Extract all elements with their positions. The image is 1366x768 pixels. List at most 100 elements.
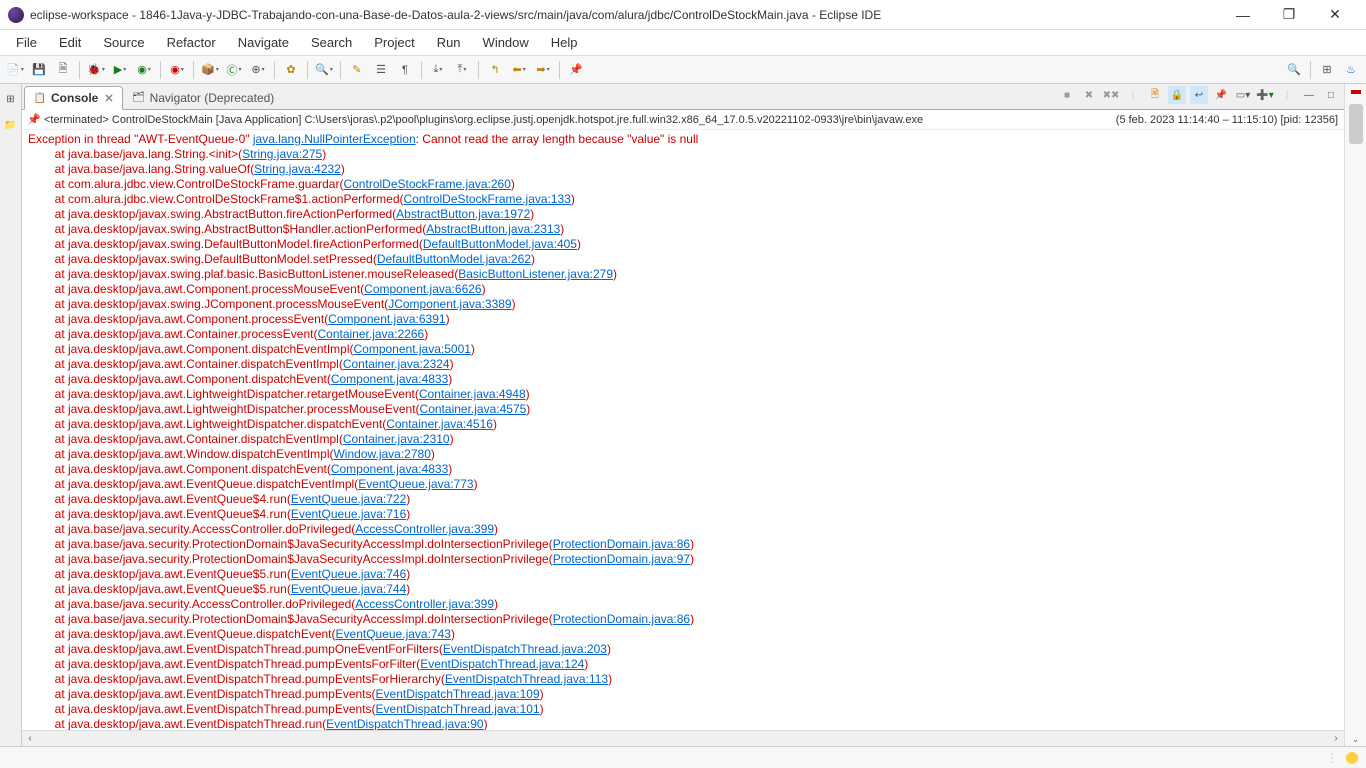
stack-link[interactable]: ControlDeStockFrame.java:260	[343, 177, 510, 191]
display-console-icon[interactable]: ▭▾	[1234, 86, 1252, 104]
new-package-button[interactable]: 📦▾	[199, 59, 221, 81]
stack-link[interactable]: EventDispatchThread.java:101	[376, 702, 540, 716]
stack-link[interactable]: Component.java:6626	[364, 282, 481, 296]
restore-left-icon[interactable]: ⊞	[0, 88, 22, 110]
clear-console-icon[interactable]: 🗎	[1146, 86, 1164, 104]
window-maximize[interactable]: ❐	[1266, 0, 1312, 30]
open-perspective-button[interactable]: ⊞	[1316, 59, 1338, 81]
menu-run[interactable]: Run	[427, 32, 471, 53]
stack-link[interactable]: String.java:4232	[254, 162, 341, 176]
run-last-button[interactable]: ◉▾	[166, 59, 188, 81]
search-button[interactable]: 🔍▾	[313, 59, 335, 81]
stack-link[interactable]: EventDispatchThread.java:113	[445, 672, 608, 686]
stack-link[interactable]: EventDispatchThread.java:90	[326, 717, 483, 730]
save-button[interactable]: 💾	[28, 59, 50, 81]
stack-link[interactable]: EventQueue.java:716	[291, 507, 406, 521]
open-console-icon[interactable]: ➕▾	[1256, 86, 1274, 104]
menu-navigate[interactable]: Navigate	[228, 32, 299, 53]
stack-link[interactable]: DefaultButtonModel.java:262	[377, 252, 531, 266]
stack-link[interactable]: EventDispatchThread.java:203	[443, 642, 607, 656]
menu-window[interactable]: Window	[473, 32, 539, 53]
remove-launch-icon[interactable]: ✖	[1080, 86, 1098, 104]
window-minimize[interactable]: —	[1220, 0, 1266, 30]
exception-link[interactable]: java.lang.NullPointerException	[253, 132, 416, 146]
window-close[interactable]: ✕	[1312, 0, 1358, 30]
stack-link[interactable]: AccessController.java:399	[355, 522, 494, 536]
last-edit-button[interactable]: ↰	[484, 59, 506, 81]
stack-link[interactable]: ControlDeStockFrame.java:133	[404, 192, 571, 206]
package-explorer-icon[interactable]: 📁	[0, 114, 22, 136]
new-class-button[interactable]: Ⓒ▾	[223, 59, 245, 81]
tip-icon[interactable]	[1346, 752, 1358, 764]
stack-link[interactable]: DefaultButtonModel.java:405	[423, 237, 577, 251]
toggle-block-button[interactable]: ☰	[370, 59, 392, 81]
debug-button[interactable]: 🐞▾	[85, 59, 107, 81]
new-button[interactable]: 📄▾	[4, 59, 26, 81]
stack-link[interactable]: EventQueue.java:743	[336, 627, 451, 641]
maximize-view-icon[interactable]: □	[1322, 86, 1340, 104]
stack-link[interactable]: ProtectionDomain.java:86	[553, 537, 690, 551]
stack-link[interactable]: Component.java:5001	[354, 342, 471, 356]
menu-help[interactable]: Help	[541, 32, 588, 53]
stack-link[interactable]: EventDispatchThread.java:109	[376, 687, 540, 701]
scroll-down-icon[interactable]: ⌄	[1352, 735, 1359, 744]
stack-link[interactable]: Container.java:4948	[419, 387, 526, 401]
stack-link[interactable]: JComponent.java:3389	[388, 297, 511, 311]
coverage-button[interactable]: ◉▾	[133, 59, 155, 81]
prev-annotation-button[interactable]: ⤒▾	[451, 59, 473, 81]
menu-source[interactable]: Source	[93, 32, 154, 53]
stack-link[interactable]: BasicButtonListener.java:279	[458, 267, 613, 281]
menu-search[interactable]: Search	[301, 32, 362, 53]
open-type-button[interactable]: ✿	[280, 59, 302, 81]
menu-refactor[interactable]: Refactor	[157, 32, 226, 53]
stack-link[interactable]: Container.java:2310	[343, 432, 450, 446]
stack-link[interactable]: Container.java:4516	[386, 417, 493, 431]
stack-link[interactable]: Container.java:2324	[343, 357, 450, 371]
back-button[interactable]: ⬅▾	[508, 59, 530, 81]
stack-link[interactable]: ProtectionDomain.java:97	[553, 552, 690, 566]
stack-link[interactable]: AbstractButton.java:1972	[396, 207, 530, 221]
stack-link[interactable]: EventQueue.java:773	[358, 477, 473, 491]
stack-link[interactable]: Component.java:4833	[331, 372, 448, 386]
stack-link[interactable]: Window.java:2780	[333, 447, 430, 461]
menu-edit[interactable]: Edit	[49, 32, 91, 53]
stack-link[interactable]: EventQueue.java:722	[291, 492, 406, 506]
scroll-left-icon[interactable]: ‹	[22, 733, 38, 744]
tab-console[interactable]: 📋 Console ✕	[24, 86, 123, 110]
menu-file[interactable]: File	[6, 32, 47, 53]
scroll-lock-icon[interactable]: 🔒	[1168, 86, 1186, 104]
stack-link[interactable]: AbstractButton.java:2313	[426, 222, 560, 236]
run-button[interactable]: ▶▾	[109, 59, 131, 81]
show-whitespace-button[interactable]: ¶	[394, 59, 416, 81]
scrollbar-thumb[interactable]	[1349, 104, 1363, 144]
save-all-button[interactable]: 🗎	[52, 59, 74, 81]
forward-button[interactable]: ➡▾	[532, 59, 554, 81]
pin-console-icon[interactable]: 📌	[1212, 86, 1230, 104]
new-type-button[interactable]: ⊕▾	[247, 59, 269, 81]
stack-link[interactable]: AccessController.java:399	[355, 597, 494, 611]
menu-project[interactable]: Project	[364, 32, 424, 53]
scroll-right-icon[interactable]: ›	[1328, 733, 1344, 744]
remove-all-icon[interactable]: ✖✖	[1102, 86, 1120, 104]
stack-link[interactable]: EventQueue.java:744	[291, 582, 406, 596]
minimize-view-icon[interactable]: —	[1300, 86, 1318, 104]
stack-link[interactable]: Container.java:2266	[317, 327, 424, 341]
console-output[interactable]: Exception in thread "AWT-EventQueue-0" j…	[22, 130, 1344, 730]
stack-link[interactable]: ProtectionDomain.java:86	[553, 612, 690, 626]
tab-navigator[interactable]: 🗂 Navigator (Deprecated)	[123, 85, 284, 109]
stack-link[interactable]: Component.java:4833	[331, 462, 448, 476]
stack-link[interactable]: EventDispatchThread.java:124	[420, 657, 584, 671]
java-perspective-button[interactable]: ♨	[1340, 59, 1362, 81]
word-wrap-icon[interactable]: ↩	[1190, 86, 1208, 104]
overview-ruler[interactable]: ⌄	[1344, 84, 1366, 746]
stack-link[interactable]: Container.java:4575	[420, 402, 527, 416]
error-marker-icon[interactable]	[1351, 90, 1361, 94]
next-annotation-button[interactable]: ⤓▾	[427, 59, 449, 81]
stack-link[interactable]: Component.java:6391	[328, 312, 445, 326]
stack-link[interactable]: String.java:275	[242, 147, 322, 161]
tab-console-close-icon[interactable]: ✕	[104, 92, 113, 105]
quick-access-button[interactable]: 🔍	[1283, 59, 1305, 81]
terminate-icon[interactable]: ■	[1058, 86, 1076, 104]
pin-editor-button[interactable]: 📌	[565, 59, 587, 81]
toggle-mark-button[interactable]: ✎	[346, 59, 368, 81]
